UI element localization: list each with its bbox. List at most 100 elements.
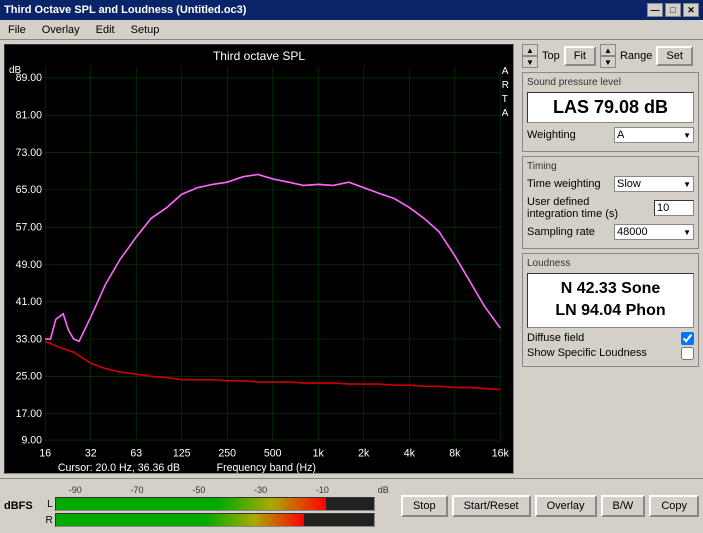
loudness-line1: N 42.33 Sone: [532, 278, 689, 300]
sampling-label: Sampling rate: [527, 226, 595, 238]
meter-scale-row: -90 -70 -50 -30 -10 dB: [41, 485, 397, 495]
loudness-line2: LN 94.04 Phon: [532, 300, 689, 322]
bottom-bar: dBFS -90 -70 -50 -30 -10 dB L R: [0, 478, 703, 533]
menu-file[interactable]: File: [4, 23, 30, 37]
sampling-dropdown-arrow: ▼: [683, 228, 691, 237]
menu-overlay[interactable]: Overlay: [38, 23, 84, 37]
set-button[interactable]: Set: [656, 46, 693, 66]
svg-text:8k: 8k: [449, 447, 461, 459]
svg-text:32: 32: [85, 447, 97, 459]
svg-text:81.00: 81.00: [16, 109, 42, 121]
right-panel: ▲ ▼ Top Fit ▲ ▼ Range Set Sound pressure…: [518, 40, 703, 478]
svg-text:4k: 4k: [404, 447, 416, 459]
timing-panel: Timing Time weighting Slow ▼ User define…: [522, 156, 699, 249]
diffuse-label: Diffuse field: [527, 332, 584, 344]
minimize-button[interactable]: —: [647, 3, 663, 17]
svg-text:25.00: 25.00: [16, 371, 42, 383]
window-title: Third Octave SPL and Loudness (Untitled.…: [4, 4, 246, 16]
fit-button[interactable]: Fit: [564, 46, 596, 66]
integration-input[interactable]: [654, 200, 694, 216]
maximize-button[interactable]: □: [665, 3, 681, 17]
svg-text:57.00: 57.00: [16, 221, 42, 233]
specific-label: Show Specific Loudness: [527, 347, 647, 359]
weighting-row: Weighting A ▼: [527, 127, 694, 143]
left-channel-label: L: [41, 499, 53, 510]
right-meter-bar: [55, 513, 375, 527]
right-channel-label: R: [41, 515, 53, 526]
top-controls: ▲ ▼ Top Fit ▲ ▼ Range Set: [522, 44, 699, 68]
range-down-arrow[interactable]: ▼: [600, 56, 616, 68]
svg-text:Cursor: 20.0 Hz, 36.36 dB: Cursor: 20.0 Hz, 36.36 dB: [58, 462, 180, 473]
spl-panel-title: Sound pressure level: [527, 77, 694, 88]
range-label: Range: [620, 50, 652, 62]
svg-text:89.00: 89.00: [16, 72, 42, 84]
action-buttons: Stop Start/Reset Overlay B/W Copy: [401, 495, 699, 517]
specific-checkbox[interactable]: [681, 347, 694, 360]
svg-text:41.00: 41.00: [16, 296, 42, 308]
top-down-arrow[interactable]: ▼: [522, 56, 538, 68]
top-arrows: ▲ ▼: [522, 44, 538, 68]
start-reset-button[interactable]: Start/Reset: [452, 495, 531, 517]
meter-section: -90 -70 -50 -30 -10 dB L R: [41, 485, 397, 527]
top-label: Top: [542, 50, 560, 62]
sampling-dropdown[interactable]: 48000 ▼: [614, 224, 694, 240]
integration-row: User definedintegration time (s): [527, 196, 694, 220]
loudness-value: N 42.33 Sone LN 94.04 Phon: [527, 273, 694, 328]
menu-setup[interactable]: Setup: [127, 23, 164, 37]
svg-text:17.00: 17.00: [16, 408, 42, 420]
range-up-arrow[interactable]: ▲: [600, 44, 616, 56]
sampling-row: Sampling rate 48000 ▼: [527, 224, 694, 240]
chart-svg: 89.00 81.00 73.00 65.00 57.00 49.00 41.0…: [5, 45, 513, 473]
window-controls: — □ ✕: [647, 3, 699, 17]
specific-loudness-row: Show Specific Loudness: [527, 347, 694, 360]
diffuse-checkbox[interactable]: [681, 332, 694, 345]
svg-text:500: 500: [264, 447, 282, 459]
time-weighting-dropdown[interactable]: Slow ▼: [614, 176, 694, 192]
weighting-dropdown[interactable]: A ▼: [614, 127, 694, 143]
svg-text:63: 63: [130, 447, 142, 459]
menu-edit[interactable]: Edit: [92, 23, 119, 37]
overlay-button[interactable]: Overlay: [535, 495, 597, 517]
svg-text:49.00: 49.00: [16, 259, 42, 271]
time-weighting-label: Time weighting: [527, 178, 601, 190]
svg-text:9.00: 9.00: [21, 434, 42, 446]
spl-value: LAS 79.08 dB: [527, 92, 694, 123]
time-weighting-row: Time weighting Slow ▼: [527, 176, 694, 192]
copy-button[interactable]: Copy: [649, 495, 699, 517]
diffuse-row: Diffuse field: [527, 332, 694, 345]
left-meter-bar: [55, 497, 375, 511]
svg-text:1k: 1k: [313, 447, 325, 459]
svg-text:16k: 16k: [492, 447, 510, 459]
dbfs-label: dBFS: [4, 500, 33, 512]
meter-left-row: L: [41, 497, 397, 511]
sampling-value: 48000: [617, 226, 648, 238]
right-meter-fill: [56, 514, 304, 526]
bw-button[interactable]: B/W: [601, 495, 646, 517]
menu-bar: File Overlay Edit Setup: [0, 20, 703, 40]
svg-text:125: 125: [173, 447, 191, 459]
svg-text:65.00: 65.00: [16, 184, 42, 196]
loudness-panel: Loudness N 42.33 Sone LN 94.04 Phon Diff…: [522, 253, 699, 367]
svg-text:16: 16: [39, 447, 51, 459]
left-meter-fill: [56, 498, 326, 510]
close-button[interactable]: ✕: [683, 3, 699, 17]
svg-text:33.00: 33.00: [16, 333, 42, 345]
svg-text:2k: 2k: [358, 447, 370, 459]
timing-title: Timing: [527, 161, 694, 172]
top-up-arrow[interactable]: ▲: [522, 44, 538, 56]
spl-panel: Sound pressure level LAS 79.08 dB Weight…: [522, 72, 699, 152]
weighting-label: Weighting: [527, 129, 576, 141]
meter-scale: -90 -70 -50 -30 -10 dB: [69, 485, 389, 495]
weighting-dropdown-arrow: ▼: [683, 131, 691, 140]
time-weighting-value: Slow: [617, 178, 641, 190]
svg-text:73.00: 73.00: [16, 147, 42, 159]
time-weighting-dropdown-arrow: ▼: [683, 180, 691, 189]
weighting-value: A: [617, 129, 624, 141]
loudness-title: Loudness: [527, 258, 694, 269]
title-bar: Third Octave SPL and Loudness (Untitled.…: [0, 0, 703, 20]
stop-button[interactable]: Stop: [401, 495, 448, 517]
svg-text:250: 250: [218, 447, 236, 459]
main-content: Third octave SPL dB ARTA: [0, 40, 703, 478]
svg-text:Frequency band (Hz): Frequency band (Hz): [217, 462, 316, 473]
chart-area: Third octave SPL dB ARTA: [4, 44, 514, 474]
